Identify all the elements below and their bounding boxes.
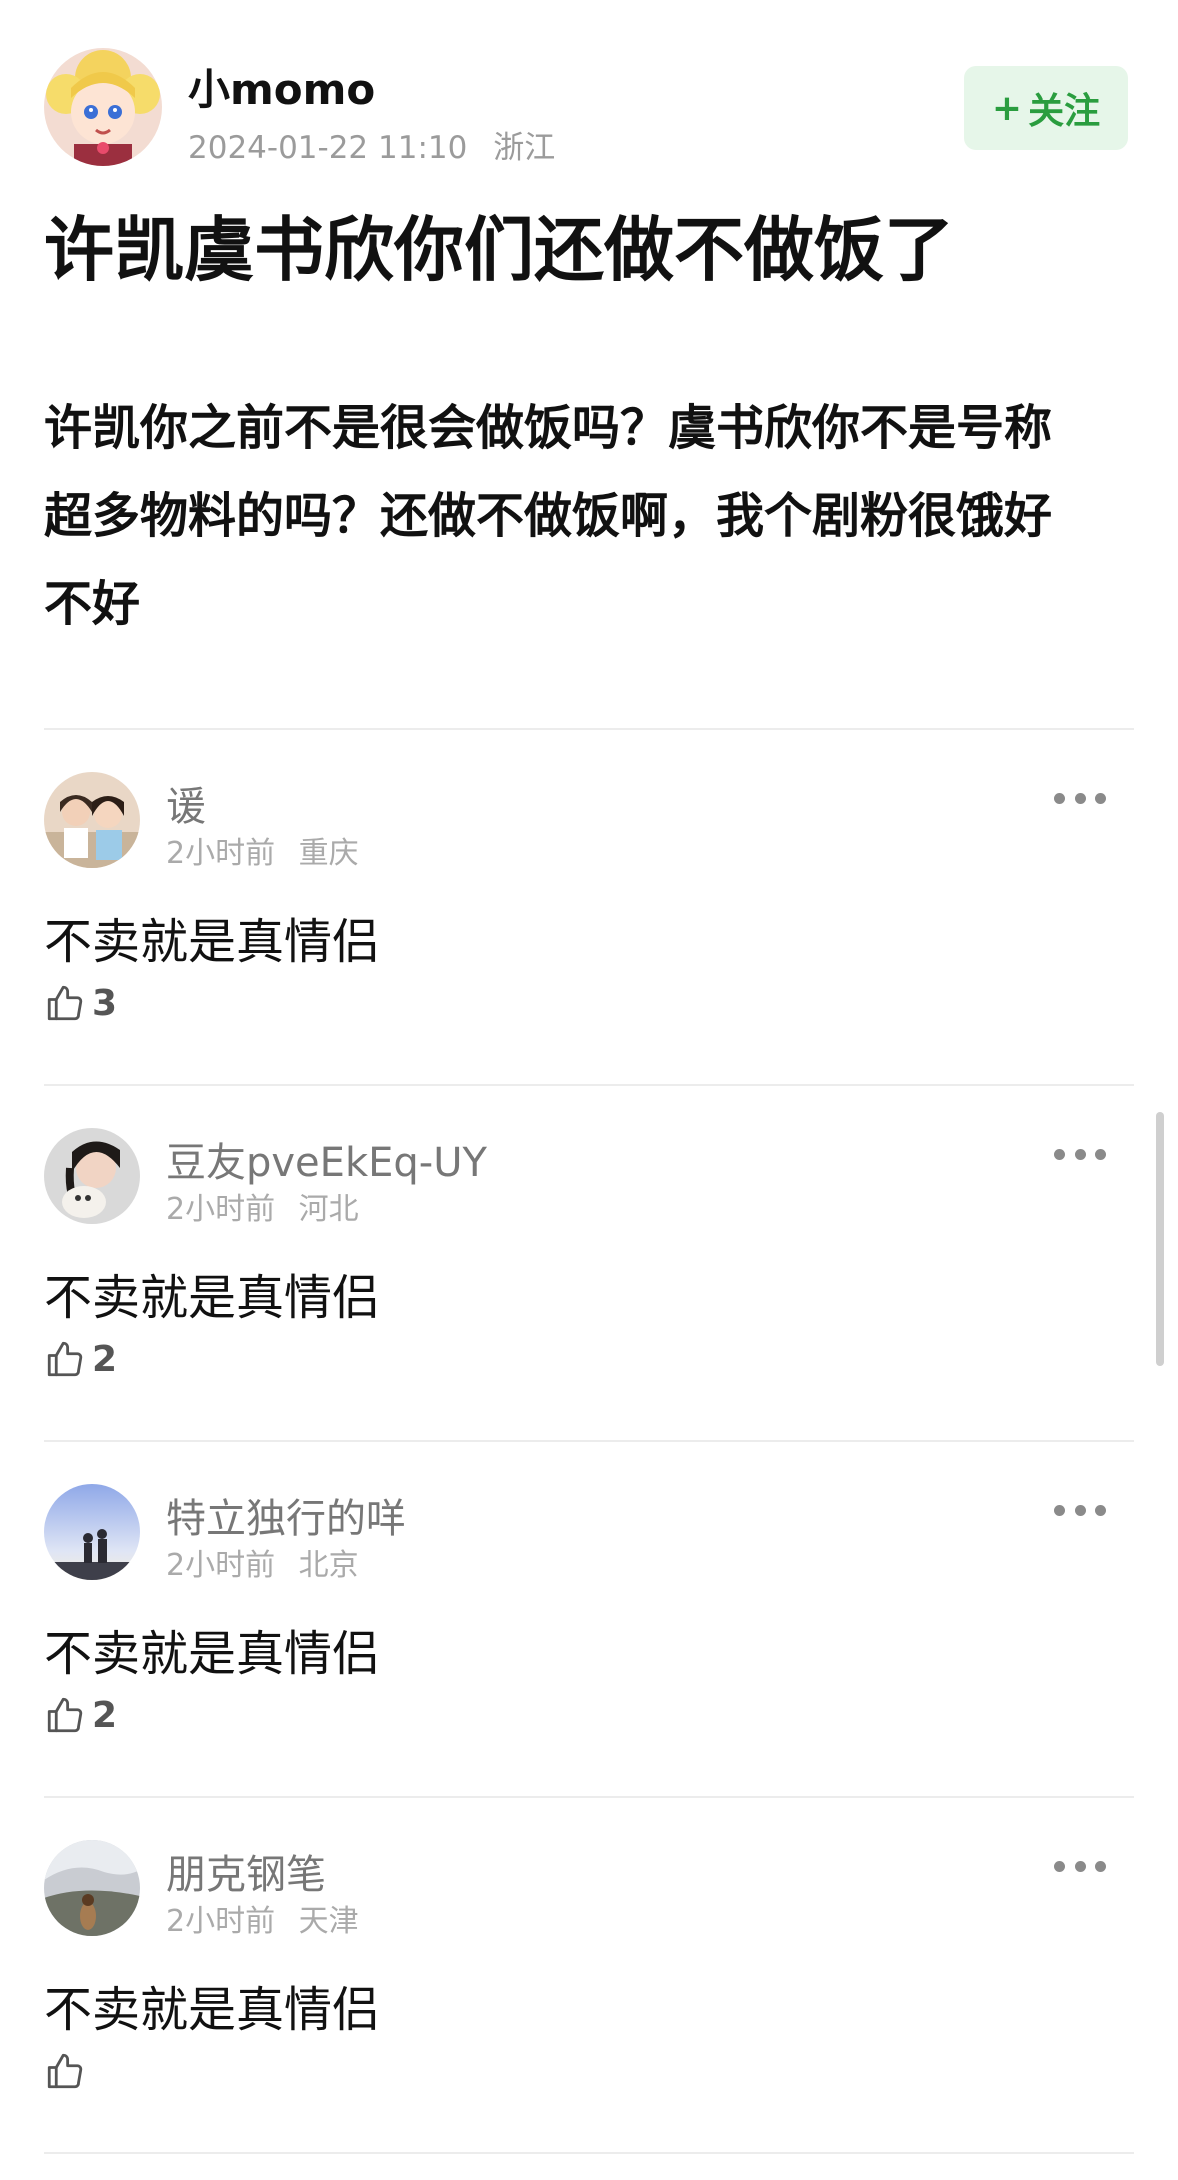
comment-text: 不卖就是真情侣 (44, 914, 381, 970)
comment-time: 2小时前 (166, 1904, 276, 1939)
comment-text: 不卖就是真情侣 (44, 1982, 381, 2038)
post-header: 小momo 2024-01-22 11:10 浙江 + 关注 (44, 48, 1134, 168)
divider (44, 2152, 1134, 2154)
post-body: 许凯你之前不是很会做饭吗？虞书欣你不是号称超多物料的吗？还做不做饭啊，我个剧粉很… (44, 400, 1053, 632)
more-dots-icon[interactable] (1054, 786, 1106, 810)
post-meta: 2024-01-22 11:10 浙江 (188, 122, 555, 167)
comment-location: 河北 (298, 1192, 359, 1227)
scrollbar-thumb[interactable] (1156, 1112, 1164, 1366)
comment-username[interactable]: 特立独行的咩 (166, 1486, 406, 1544)
comment-item: 朋克钢笔 2小时前 天津 不卖就是真情侣 (44, 1796, 1134, 2152)
like-count: 2 (92, 1338, 118, 1380)
commenter-avatar[interactable] (44, 1128, 140, 1224)
post-datetime: 2024-01-22 11:10 (188, 130, 468, 166)
more-dots-icon[interactable] (1054, 1854, 1106, 1878)
comment-meta: 2小时前 河北 (166, 1184, 359, 1228)
commenter-avatar[interactable] (44, 1840, 140, 1936)
author-name[interactable]: 小momo (188, 56, 375, 117)
follow-button[interactable]: + 关注 (964, 66, 1128, 150)
comment-meta: 2小时前 重庆 (166, 828, 359, 872)
more-dots-icon[interactable] (1054, 1498, 1106, 1522)
plus-icon: + (991, 87, 1023, 129)
like-button[interactable]: 2 (44, 1690, 117, 1740)
thumbs-up-icon (47, 1697, 83, 1733)
thumbs-up-icon (47, 1341, 83, 1377)
commenter-avatar[interactable] (44, 1484, 140, 1580)
like-button[interactable]: 2 (44, 1334, 117, 1384)
comment-time: 2小时前 (166, 836, 276, 871)
comment-location: 重庆 (298, 836, 359, 871)
comment-time: 2小时前 (166, 1548, 276, 1583)
post-location: 浙江 (493, 130, 556, 166)
follow-label: 关注 (1028, 91, 1101, 132)
comment-item: 谖 2小时前 重庆 不卖就是真情侣 3 (44, 728, 1134, 1084)
comment-location: 天津 (298, 1904, 359, 1939)
comment-meta: 2小时前 天津 (166, 1896, 359, 1940)
comment-text: 不卖就是真情侣 (44, 1626, 381, 1682)
thumbs-up-icon (47, 985, 83, 1021)
comment-meta: 2小时前 北京 (166, 1540, 359, 1584)
like-button[interactable]: 3 (44, 978, 117, 1028)
comment-location: 北京 (298, 1548, 359, 1583)
comment-username[interactable]: 谖 (166, 774, 206, 832)
like-button[interactable] (44, 2046, 92, 2096)
comment-username[interactable]: 豆友pveEkEq-UY (166, 1130, 487, 1188)
author-avatar[interactable] (44, 48, 162, 166)
more-dots-icon[interactable] (1054, 1142, 1106, 1166)
comment-text: 不卖就是真情侣 (44, 1270, 381, 1326)
thumbs-up-icon (47, 2053, 83, 2089)
comment-username[interactable]: 朋克钢笔 (166, 1842, 326, 1900)
like-count: 3 (92, 982, 118, 1024)
comment-item: 特立独行的咩 2小时前 北京 不卖就是真情侣 2 (44, 1440, 1134, 1796)
like-count: 2 (92, 1694, 118, 1736)
comment-item: 豆友pveEkEq-UY 2小时前 河北 不卖就是真情侣 2 (44, 1084, 1134, 1440)
comment-time: 2小时前 (166, 1192, 276, 1227)
commenter-avatar[interactable] (44, 772, 140, 868)
post-title: 许凯虞书欣你们还做不做饭了 (44, 209, 954, 291)
